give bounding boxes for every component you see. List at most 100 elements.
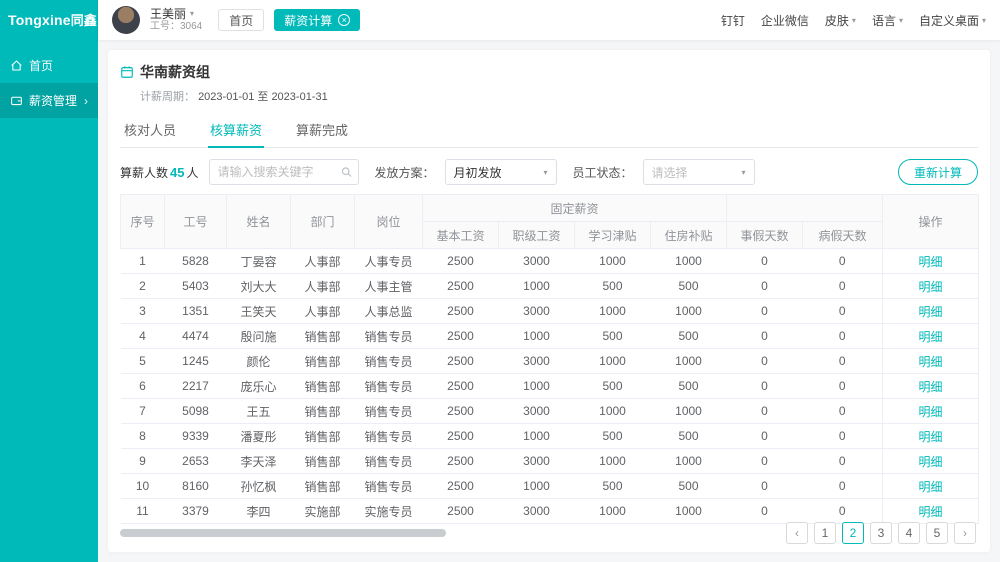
table-row: 6 2217 庞乐心 销售部 销售专员 2500 1000 500 500 0 … — [121, 374, 979, 399]
detail-link[interactable]: 明细 — [919, 505, 943, 519]
tab-chip-payroll-calc-label: 薪资计算 — [284, 12, 332, 29]
chevron-right-icon: › — [84, 94, 88, 108]
detail-link[interactable]: 明细 — [919, 305, 943, 319]
horizontal-scrollbar[interactable] — [120, 529, 446, 537]
user-name[interactable]: 王美丽 ▾ — [150, 7, 202, 21]
detail-link[interactable]: 明细 — [919, 455, 943, 469]
main-area: 王美丽 ▾ 工号：3064 首页 薪资计算 × 钉钉 企业微信 皮肤▾ 语言▾ … — [98, 0, 1000, 562]
detail-link[interactable]: 明细 — [919, 405, 943, 419]
step-tabs: 核对人员 核算薪资 算薪完成 — [120, 112, 978, 148]
detail-link[interactable]: 明细 — [919, 330, 943, 344]
topbar-menu: 钉钉 企业微信 皮肤▾ 语言▾ 自定义桌面▾ — [721, 12, 986, 29]
staff-count: 算薪人数45人 — [120, 164, 199, 181]
caret-down-icon: ▾ — [544, 168, 548, 177]
search-box — [209, 159, 359, 185]
status-select[interactable]: 请选择 ▾ — [643, 159, 755, 185]
tab-calc-salary[interactable]: 核算薪资 — [208, 112, 264, 147]
plan-label: 发放方案： — [375, 164, 435, 181]
caret-down-icon: ▾ — [742, 168, 746, 177]
col-group-empty — [727, 195, 883, 222]
tab-chip-home[interactable]: 首页 — [218, 9, 264, 31]
payroll-table-wrap: 序号 工号 姓名 部门 岗位 固定薪资 操作 基本工资 — [120, 194, 978, 537]
caret-down-icon: ▾ — [899, 16, 903, 25]
payroll-table: 序号 工号 姓名 部门 岗位 固定薪资 操作 基本工资 — [120, 194, 979, 524]
table-row: 2 5403 刘大大 人事部 人事主管 2500 1000 500 500 0 … — [121, 274, 979, 299]
sidebar-item-home[interactable]: 首页 — [0, 48, 98, 83]
avatar[interactable] — [112, 6, 140, 34]
menu-dingtalk[interactable]: 钉钉 — [721, 12, 745, 29]
page-button-3[interactable]: 3 — [870, 522, 892, 544]
user-meta: 王美丽 ▾ 工号：3064 — [150, 7, 202, 33]
col-personal-leave-days: 事假天数 — [727, 222, 803, 249]
col-name: 姓名 — [227, 195, 291, 249]
brand-logo-cn: 同鑫 — [71, 13, 97, 28]
user-name-text: 王美丽 — [150, 7, 186, 21]
pagination-pages: 12345 — [814, 522, 948, 544]
col-actions: 操作 — [883, 195, 979, 249]
search-icon[interactable] — [340, 166, 353, 179]
calendar-icon — [120, 65, 134, 79]
status-label: 员工状态： — [573, 164, 633, 181]
prev-page-button[interactable]: ‹ — [786, 522, 808, 544]
menu-custom-desktop[interactable]: 自定义桌面▾ — [919, 12, 986, 29]
close-icon[interactable]: × — [338, 14, 350, 26]
detail-link[interactable]: 明细 — [919, 355, 943, 369]
filter-bar: 算薪人数45人 发放方案： 月初发放 ▾ 员工状态： — [120, 148, 978, 194]
detail-link[interactable]: 明细 — [919, 280, 943, 294]
detail-link[interactable]: 明细 — [919, 430, 943, 444]
brand-logo: Tongxine同鑫 — [0, 0, 98, 48]
table-row: 4 4474 殷问施 销售部 销售专员 2500 1000 500 500 0 … — [121, 324, 979, 349]
tab-calc-done[interactable]: 算薪完成 — [294, 112, 350, 147]
tab-chip-payroll-calc[interactable]: 薪资计算 × — [274, 9, 360, 31]
menu-skin[interactable]: 皮肤▾ — [825, 12, 856, 29]
content: 华南薪资组 计薪周期： 2023-01-01 至 2023-01-31 核对人员… — [98, 40, 1000, 562]
menu-language[interactable]: 语言▾ — [872, 12, 903, 29]
table-body: 1 5828 丁晏容 人事部 人事专员 2500 3000 1000 1000 … — [121, 249, 979, 524]
page-button-4[interactable]: 4 — [898, 522, 920, 544]
table-row: 8 9339 潘夏彤 销售部 销售专员 2500 1000 500 500 0 … — [121, 424, 979, 449]
col-position: 岗位 — [355, 195, 423, 249]
tab-check-staff[interactable]: 核对人员 — [122, 112, 178, 147]
wallet-icon — [10, 94, 23, 107]
caret-down-icon: ▾ — [852, 16, 856, 25]
home-icon — [10, 59, 23, 72]
detail-link[interactable]: 明细 — [919, 380, 943, 394]
plan-select[interactable]: 月初发放 ▾ — [445, 159, 557, 185]
sidebar-item-payroll[interactable]: 薪资管理 › — [0, 83, 98, 118]
pay-period: 计薪周期： 2023-01-01 至 2023-01-31 — [120, 84, 978, 108]
caret-down-icon: ▾ — [190, 9, 194, 19]
col-group-fixed-salary: 固定薪资 — [423, 195, 727, 222]
sidebar-item-label: 薪资管理 — [29, 92, 77, 109]
payroll-card: 华南薪资组 计薪周期： 2023-01-01 至 2023-01-31 核对人员… — [108, 50, 990, 552]
topbar: 王美丽 ▾ 工号：3064 首页 薪资计算 × 钉钉 企业微信 皮肤▾ 语言▾ … — [98, 0, 1000, 40]
sidebar: Tongxine同鑫 首页 薪资管理 › — [0, 0, 98, 562]
table-row: 10 8160 孙忆枫 销售部 销售专员 2500 1000 500 500 0… — [121, 474, 979, 499]
recalculate-button[interactable]: 重新计算 — [898, 159, 978, 185]
search-input[interactable] — [209, 159, 359, 185]
table-row: 11 3379 李四 实施部 实施专员 2500 3000 1000 1000 … — [121, 499, 979, 524]
col-index: 序号 — [121, 195, 165, 249]
pay-period-label: 计薪周期： — [140, 91, 195, 103]
page-button-2[interactable]: 2 — [842, 522, 864, 544]
col-base-salary: 基本工资 — [423, 222, 499, 249]
tab-chip-home-label: 首页 — [229, 12, 253, 29]
table-row: 3 1351 王笑天 人事部 人事总监 2500 3000 1000 1000 … — [121, 299, 979, 324]
page-button-1[interactable]: 1 — [814, 522, 836, 544]
detail-link[interactable]: 明细 — [919, 480, 943, 494]
menu-wecom[interactable]: 企业微信 — [761, 12, 809, 29]
col-grade-salary: 职级工资 — [499, 222, 575, 249]
table-row: 5 1245 颜伦 销售部 销售专员 2500 3000 1000 1000 0… — [121, 349, 979, 374]
caret-down-icon: ▾ — [982, 16, 986, 25]
table-row: 7 5098 王五 销售部 销售专员 2500 3000 1000 1000 0… — [121, 399, 979, 424]
next-page-button[interactable]: › — [954, 522, 976, 544]
detail-link[interactable]: 明细 — [919, 255, 943, 269]
sidebar-item-label: 首页 — [29, 57, 53, 74]
sidebar-nav: 首页 薪资管理 › — [0, 48, 98, 118]
brand-logo-en: Tongxine — [8, 12, 71, 28]
col-study-allowance: 学习津贴 — [575, 222, 651, 249]
col-housing-allowance: 住房补贴 — [651, 222, 727, 249]
page-button-5[interactable]: 5 — [926, 522, 948, 544]
staff-count-value: 45 — [170, 165, 184, 180]
employee-number: 工号：3064 — [150, 21, 202, 33]
col-emp-no: 工号 — [165, 195, 227, 249]
